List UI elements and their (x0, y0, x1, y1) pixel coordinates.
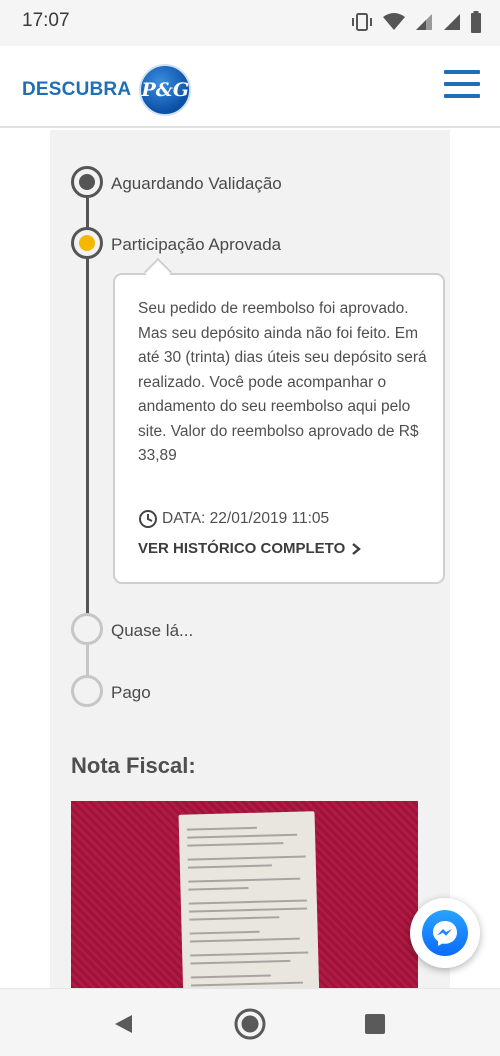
timeline-node-pending (71, 675, 103, 707)
pg-logo-text: P&G (141, 79, 190, 101)
timeline-node-done (71, 166, 103, 198)
chevron-right-icon (352, 542, 362, 555)
receipt-paper (178, 811, 320, 988)
battery-icon (471, 11, 481, 33)
approval-date: DATA: 22/01/2019 11:05 (138, 509, 329, 529)
brand-text: DESCUBRA (22, 79, 132, 100)
timeline-step-1-label: Aguardando Validação (111, 174, 282, 193)
app-header: DESCUBRA P&G (0, 46, 500, 128)
clock-icon (139, 510, 157, 528)
status-bar: 17:07 (0, 0, 500, 46)
timeline-step-3-label: Quase lá... (111, 621, 194, 640)
timeline-line-pending (86, 644, 89, 676)
view-full-history-link[interactable]: VER HISTÓRICO COMPLETO (138, 540, 362, 557)
timeline-step-4-label: Pago (111, 683, 151, 702)
messenger-icon (422, 910, 468, 956)
android-nav-bar (0, 988, 500, 1056)
brand-logo[interactable]: DESCUBRA P&G (22, 64, 192, 116)
messenger-chat-button[interactable] (410, 898, 480, 968)
hamburger-menu-icon[interactable] (444, 68, 480, 100)
back-icon[interactable] (112, 1013, 134, 1035)
signal-icon (444, 14, 460, 30)
timeline-node-active (71, 227, 103, 259)
timeline-line-completed (86, 198, 89, 624)
vibrate-icon (352, 13, 372, 31)
home-icon[interactable] (233, 1007, 267, 1041)
timeline-step-2-label: Participação Aprovada (111, 235, 282, 254)
status-time: 17:07 (22, 10, 70, 31)
recents-icon[interactable] (364, 1013, 386, 1035)
invoice-title: Nota Fiscal: (71, 753, 196, 778)
view-full-history-label: VER HISTÓRICO COMPLETO (138, 540, 346, 557)
timeline-node-pending (71, 613, 103, 645)
pg-logo: P&G (139, 64, 192, 116)
approval-message: Seu pedido de reembolso foi aprovado. Ma… (138, 300, 427, 464)
receipt-photo[interactable] (71, 801, 418, 988)
wifi-icon (383, 13, 405, 30)
approval-date-text: DATA: 22/01/2019 11:05 (162, 510, 330, 527)
approval-details-card: Seu pedido de reembolso foi aprovado. Ma… (113, 273, 445, 584)
status-icons (350, 11, 482, 33)
signal-icon (416, 14, 432, 30)
